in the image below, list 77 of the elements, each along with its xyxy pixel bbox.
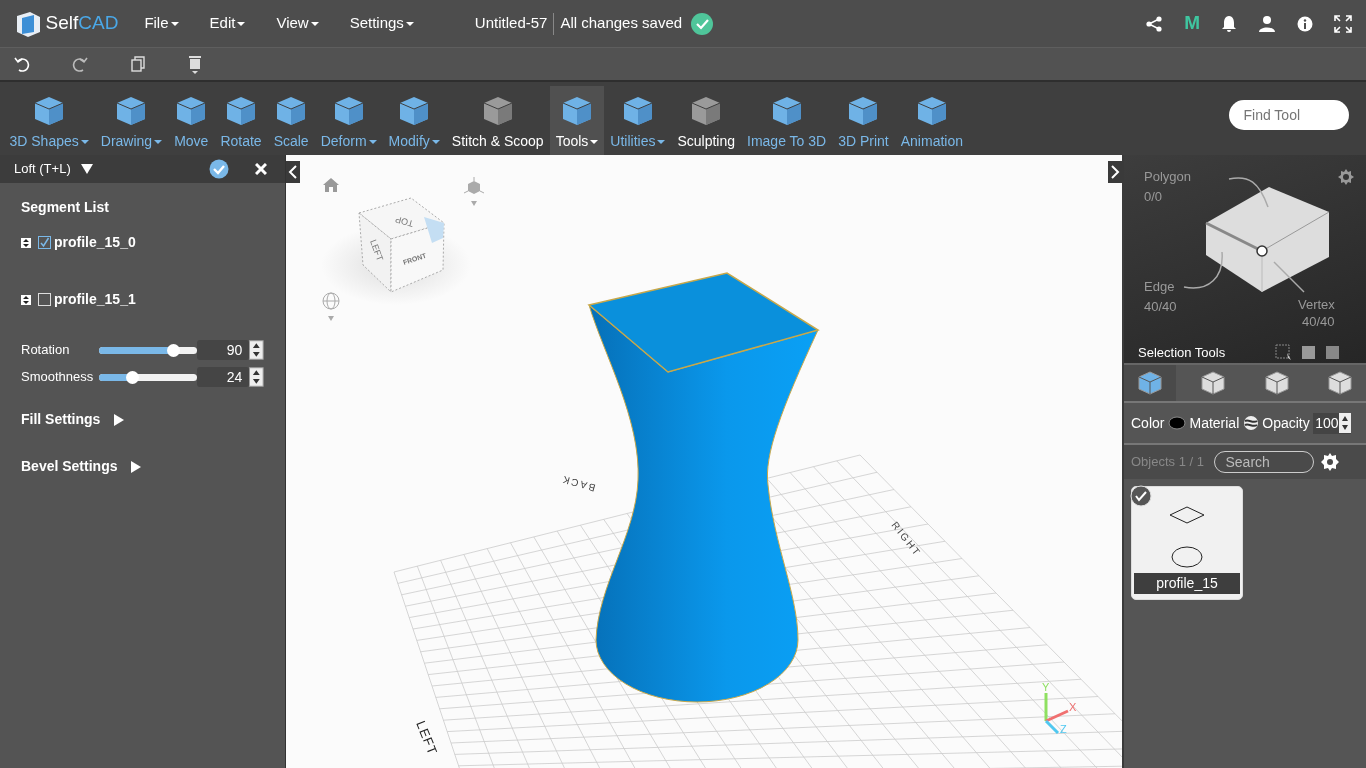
- axis-gizmo: Y X Z: [1042, 681, 1077, 735]
- menu-item[interactable]: File: [132, 12, 191, 35]
- slider[interactable]: [99, 346, 197, 354]
- trash-icon[interactable]: [188, 54, 202, 74]
- caret-icon[interactable]: [431, 139, 440, 144]
- drag-handle-icon[interactable]: [21, 237, 31, 248]
- color-swatch[interactable]: [1167, 416, 1186, 430]
- slider-label: Rotation: [21, 341, 71, 360]
- count-label: 40/40: [1302, 313, 1335, 331]
- objects-count: Objects 1 / 1: [1131, 453, 1204, 472]
- logo-icon[interactable]: [14, 9, 42, 38]
- checkbox[interactable]: [38, 236, 51, 249]
- count-label: Polygon: [1144, 168, 1191, 186]
- cube-icon: [1328, 371, 1352, 395]
- property-label: Color: [1131, 413, 1165, 433]
- slider-label: Smoothness: [21, 368, 95, 387]
- logo-text[interactable]: SelfCAD: [45, 9, 119, 38]
- section-toggle[interactable]: Bevel Settings: [21, 456, 118, 477]
- slider[interactable]: [99, 373, 197, 381]
- count-label: 0/0: [1144, 188, 1163, 206]
- section-label: Selection Tools: [1138, 344, 1226, 362]
- undo-icon[interactable]: [14, 56, 30, 72]
- cube-icon: [1138, 371, 1162, 395]
- floor-label: LEFT: [413, 718, 441, 758]
- bell-icon[interactable]: [1221, 14, 1237, 33]
- selection-tool-icons[interactable]: [1274, 343, 1342, 361]
- home-icon[interactable]: [322, 177, 340, 193]
- checkbox[interactable]: [38, 293, 51, 306]
- menu-item[interactable]: View: [264, 12, 331, 35]
- settings-icon[interactable]: [1321, 453, 1340, 471]
- segment-name[interactable]: profile_15_0: [54, 232, 136, 253]
- section-heading: Segment List: [21, 198, 110, 217]
- cube-icon: [1264, 371, 1289, 395]
- menu-item[interactable]: Edit: [197, 12, 258, 35]
- info-icon[interactable]: [1297, 15, 1313, 32]
- object-card[interactable]: profile_15: [1131, 486, 1243, 600]
- number-field[interactable]: 90: [196, 340, 250, 360]
- share-icon[interactable]: [1145, 14, 1164, 33]
- document-title: Untitled-57: [474, 13, 548, 34]
- property-label: Material: [1189, 413, 1240, 433]
- section-toggle[interactable]: Fill Settings: [21, 409, 101, 430]
- caret-icon[interactable]: [80, 139, 89, 144]
- count-label: Edge: [1144, 278, 1175, 296]
- close-icon[interactable]: [255, 163, 267, 175]
- material-sphere-icon[interactable]: [1242, 415, 1259, 431]
- number-field[interactable]: 24: [196, 367, 250, 387]
- mode-tab[interactable]: [1124, 365, 1176, 401]
- drag-handle-icon[interactable]: [21, 294, 31, 305]
- fullscreen-icon[interactable]: [1334, 14, 1352, 33]
- floor-label: BACK: [559, 473, 597, 494]
- segment-name[interactable]: profile_15_1: [54, 289, 136, 310]
- check-icon: [1130, 485, 1152, 507]
- panel-title[interactable]: Loft (T+L): [14, 159, 71, 179]
- confirm-icon[interactable]: [209, 159, 229, 179]
- brand-logo[interactable]: M: [1184, 9, 1200, 38]
- save-status: All changes saved: [560, 13, 683, 34]
- count-label: Vertex: [1298, 296, 1335, 314]
- find-tool-field[interactable]: Find Tool: [1228, 99, 1349, 130]
- expand-arrow-icon[interactable]: [114, 413, 125, 426]
- count-label: 40/40: [1144, 298, 1177, 316]
- property-label: Opacity: [1262, 413, 1310, 433]
- menu-item[interactable]: Settings: [337, 12, 426, 35]
- caret-icon[interactable]: [657, 139, 666, 144]
- search-field[interactable]: Search: [1214, 451, 1315, 473]
- dropdown-caret-icon[interactable]: [80, 164, 93, 174]
- settings-icon[interactable]: [1338, 169, 1354, 185]
- user-icon[interactable]: [1258, 14, 1276, 33]
- redo-icon[interactable]: [72, 56, 88, 72]
- cube-icon: [1201, 371, 1226, 395]
- caret-icon[interactable]: [154, 139, 163, 144]
- caret-icon[interactable]: [368, 139, 377, 144]
- copy-icon[interactable]: [130, 56, 146, 72]
- opacity-field[interactable]: 100: [1313, 412, 1351, 434]
- spinner-arrows-icon[interactable]: [1338, 413, 1351, 433]
- spinner-arrows-icon[interactable]: [249, 340, 264, 360]
- expand-arrow-icon[interactable]: [131, 460, 142, 473]
- spinner-arrows-icon[interactable]: [249, 367, 264, 387]
